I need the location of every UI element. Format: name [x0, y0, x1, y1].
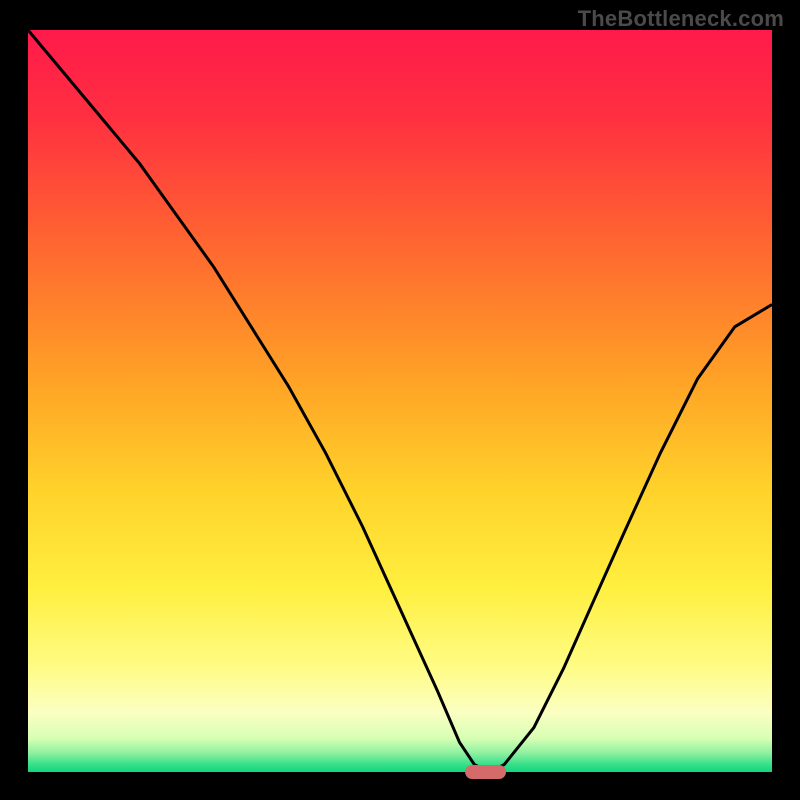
plot-area — [28, 30, 772, 772]
optimal-marker — [465, 765, 506, 779]
watermark-text: TheBottleneck.com — [578, 6, 784, 32]
chart-svg — [0, 0, 800, 800]
chart-frame: TheBottleneck.com — [0, 0, 800, 800]
